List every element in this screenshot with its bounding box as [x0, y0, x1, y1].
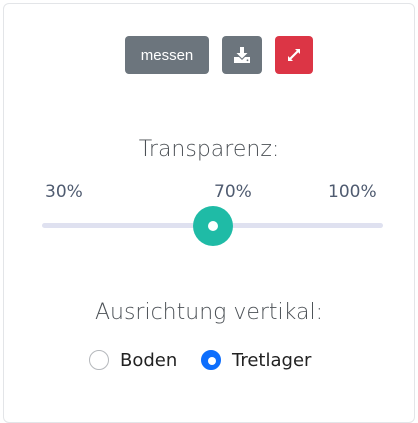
tick-label-100: 100%	[328, 182, 377, 202]
transparency-label: Transparenz:	[138, 137, 280, 162]
transparency-ticks: 30% 70% 100%	[0, 182, 418, 204]
radio-option-boden[interactable]: Boden	[89, 347, 177, 373]
expand-button[interactable]	[275, 36, 313, 74]
download-button[interactable]	[222, 36, 262, 74]
radio-button-boden[interactable]	[89, 350, 109, 370]
radio-option-tretlager[interactable]: Tretlager	[201, 347, 311, 373]
expand-icon	[286, 47, 302, 63]
orientation-label: Ausrichtung vertikal:	[94, 300, 324, 325]
toolbar: messen	[0, 36, 418, 74]
measure-button-label: messen	[140, 46, 194, 64]
tick-label-70: 70%	[214, 182, 252, 202]
transparency-slider[interactable]	[42, 206, 383, 246]
download-icon	[233, 47, 251, 63]
measure-button[interactable]: messen	[125, 36, 209, 74]
tick-label-30: 30%	[45, 182, 83, 202]
radio-label-boden: Boden	[120, 349, 178, 371]
radio-label-tretlager: Tretlager	[232, 349, 312, 371]
slider-thumb[interactable]	[192, 206, 233, 246]
orientation-radio-group: Boden Tretlager	[0, 347, 418, 373]
radio-button-tretlager[interactable]	[201, 350, 221, 370]
